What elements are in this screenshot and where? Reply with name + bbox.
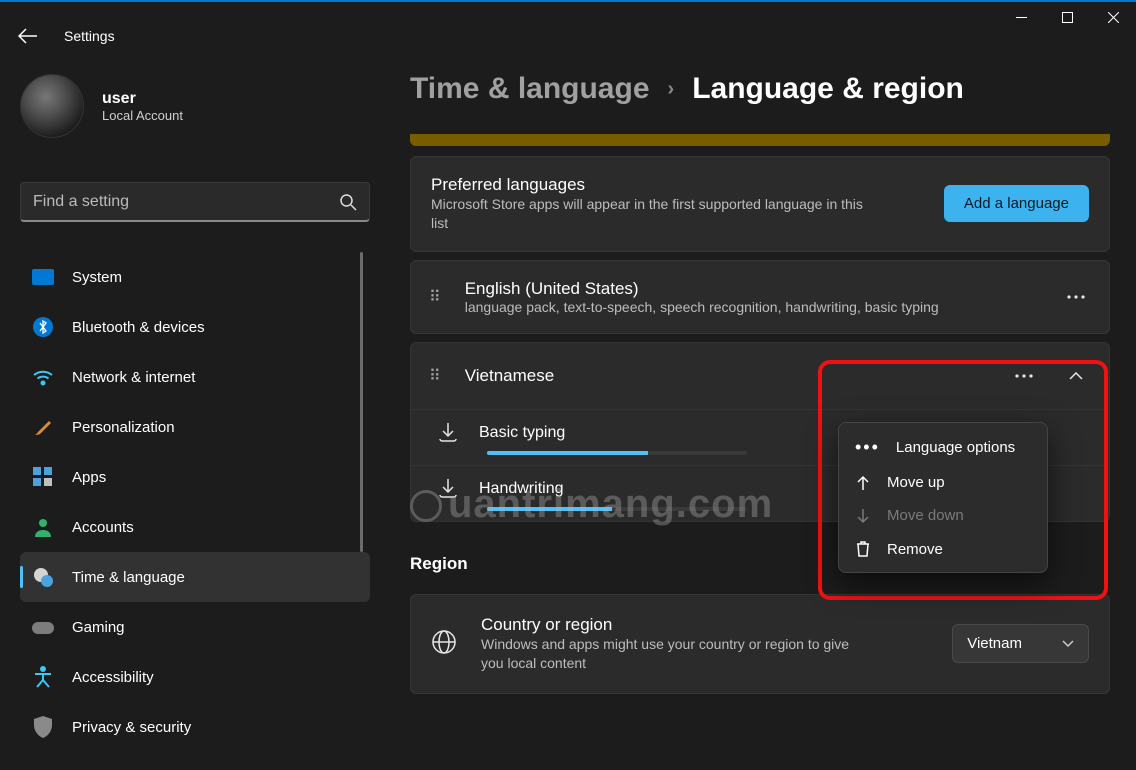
country-region-card: Country or region Windows and apps might… [410, 594, 1110, 694]
close-button[interactable] [1090, 2, 1136, 32]
apps-icon [32, 466, 54, 488]
add-language-button[interactable]: Add a language [944, 185, 1089, 222]
minimize-button[interactable] [998, 2, 1044, 32]
preferred-languages-sub: Microsoft Store apps will appear in the … [431, 195, 871, 233]
country-region-title: Country or region [481, 615, 928, 635]
sidebar-item-accounts[interactable]: Accounts [20, 502, 370, 552]
user-sub: Local Account [102, 108, 183, 123]
breadcrumb: Time & language › Language & region [410, 72, 1110, 106]
drag-handle-icon[interactable]: ⠿ [429, 287, 443, 307]
more-icon: ••• [855, 437, 880, 458]
sidebar-item-apps[interactable]: Apps [20, 452, 370, 502]
topbar: Settings [12, 20, 115, 52]
country-region-sub: Windows and apps might use your country … [481, 635, 861, 673]
back-button[interactable] [12, 20, 44, 52]
search-input[interactable] [33, 193, 339, 211]
country-select[interactable]: Vietnam [952, 624, 1089, 663]
more-options-button[interactable] [1061, 282, 1091, 312]
preferred-languages-title: Preferred languages [431, 175, 871, 195]
sidebar-item-accessibility[interactable]: Accessibility [20, 652, 370, 702]
chevron-right-icon: › [668, 78, 675, 101]
app-title: Settings [64, 28, 115, 44]
ctx-language-options[interactable]: ••• Language options [845, 429, 1041, 466]
download-icon [439, 422, 457, 445]
ctx-move-up[interactable]: Move up [845, 466, 1041, 499]
breadcrumb-current: Language & region [692, 72, 964, 106]
breadcrumb-parent[interactable]: Time & language [410, 72, 650, 106]
sidebar-item-gaming[interactable]: Gaming [20, 602, 370, 652]
chevron-down-icon [1062, 640, 1074, 648]
main-content: Time & language › Language & region Pref… [410, 72, 1110, 694]
user-card[interactable]: user Local Account [20, 74, 183, 138]
sidebar-scrollbar[interactable] [360, 252, 363, 552]
window-controls [998, 2, 1136, 32]
sidebar-item-privacy[interactable]: Privacy & security [20, 702, 370, 752]
sidebar-item-network[interactable]: Network & internet [20, 352, 370, 402]
wifi-icon [32, 366, 54, 388]
gamepad-icon [32, 616, 54, 638]
arrow-down-icon [855, 508, 871, 524]
user-name: user [102, 90, 183, 108]
notification-bar [410, 134, 1110, 146]
bluetooth-icon [32, 316, 54, 338]
accessibility-icon [32, 666, 54, 688]
search-icon [339, 193, 357, 211]
display-icon [32, 266, 54, 288]
sidebar-item-system[interactable]: System [20, 252, 370, 302]
shield-icon [32, 716, 54, 738]
progress-bar [487, 451, 747, 455]
ctx-move-down: Move down [845, 499, 1041, 532]
preferred-languages-card: Preferred languages Microsoft Store apps… [410, 156, 1110, 252]
ctx-remove[interactable]: Remove [845, 532, 1041, 566]
person-icon [32, 516, 54, 538]
brush-icon [32, 416, 54, 438]
language-row-english[interactable]: ⠿ English (United States) language pack,… [410, 260, 1110, 334]
avatar [20, 74, 84, 138]
progress-bar [487, 507, 747, 511]
sidebar-nav: System Bluetooth & devices Network & int… [20, 252, 370, 752]
drag-handle-icon[interactable]: ⠿ [429, 366, 443, 386]
download-icon [439, 478, 457, 501]
sidebar-item-time-language[interactable]: Time & language [20, 552, 370, 602]
search-box[interactable] [20, 182, 370, 222]
trash-icon [855, 540, 871, 558]
arrow-up-icon [855, 475, 871, 491]
country-select-value: Vietnam [967, 635, 1022, 652]
clock-globe-icon [32, 566, 54, 588]
maximize-button[interactable] [1044, 2, 1090, 32]
sidebar-item-bluetooth[interactable]: Bluetooth & devices [20, 302, 370, 352]
globe-icon [431, 629, 457, 658]
language-context-menu: ••• Language options Move up Move down R… [838, 422, 1048, 573]
more-options-button[interactable] [1009, 361, 1039, 391]
collapse-button[interactable] [1061, 361, 1091, 391]
sidebar-item-personalization[interactable]: Personalization [20, 402, 370, 452]
